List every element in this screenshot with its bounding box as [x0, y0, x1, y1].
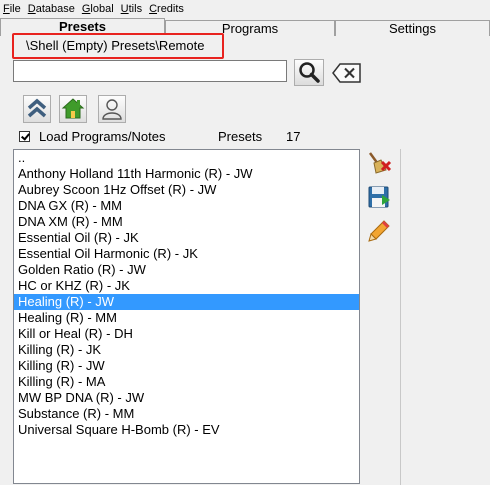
preset-list[interactable]: .. Anthony Holland 11th Harmonic (R) - JW… [13, 149, 360, 484]
save-disk-icon [368, 186, 390, 208]
home-icon [61, 98, 85, 119]
up-level-button[interactable] [23, 95, 51, 123]
list-item[interactable]: Substance (R) - MM [14, 406, 359, 422]
search-button[interactable] [294, 59, 324, 86]
list-item[interactable]: Killing (R) - MA [14, 374, 359, 390]
menu-bar: File Database Global Utils Credits [0, 0, 490, 18]
broom-delete-icon [368, 152, 392, 174]
menu-file[interactable]: File [0, 0, 25, 18]
list-item[interactable]: Aubrey Scoon 1Hz Offset (R) - JW [14, 182, 359, 198]
presets-count-label: Presets [218, 129, 263, 144]
user-icon [102, 99, 122, 120]
edit-button[interactable] [366, 218, 392, 244]
tab-settings[interactable]: Settings [335, 20, 490, 36]
list-item[interactable]: Anthony Holland 11th Harmonic (R) - JW [14, 166, 359, 182]
list-item[interactable]: Killing (R) - JW [14, 358, 359, 374]
presets-count-value: 17 [286, 129, 301, 144]
backspace-clear-icon [332, 63, 361, 83]
save-button[interactable] [366, 184, 392, 210]
list-item[interactable]: Healing (R) - MM [14, 310, 359, 326]
magnifier-icon [299, 62, 320, 83]
search-input[interactable] [13, 60, 287, 82]
menu-global[interactable]: Global [79, 0, 118, 18]
current-path-label: \Shell (Empty) Presets\Remote [12, 33, 224, 59]
list-item[interactable]: Golden Ratio (R) - JW [14, 262, 359, 278]
clear-search-button[interactable] [331, 61, 363, 85]
list-item[interactable]: Kill or Heal (R) - DH [14, 326, 359, 342]
pencil-edit-icon [368, 220, 390, 242]
user-button[interactable] [98, 95, 126, 123]
load-programs-checkbox-row[interactable]: Load Programs/Notes [19, 128, 165, 144]
list-item[interactable]: .. [14, 150, 359, 166]
load-programs-checkbox[interactable] [19, 130, 30, 142]
list-item[interactable]: Universal Square H-Bomb (R) - EV [14, 422, 359, 438]
up-arrows-icon [27, 98, 47, 118]
list-item[interactable]: Essential Oil (R) - JK [14, 230, 359, 246]
list-item[interactable]: Healing (R) - JW [14, 294, 359, 310]
home-button[interactable] [59, 95, 87, 123]
menu-utils[interactable]: Utils [118, 0, 146, 18]
menu-database[interactable]: Database [25, 0, 79, 18]
list-item[interactable]: DNA XM (R) - MM [14, 214, 359, 230]
list-item[interactable]: DNA GX (R) - MM [14, 198, 359, 214]
menu-credits[interactable]: Credits [146, 0, 188, 18]
list-item[interactable]: Killing (R) - JK [14, 342, 359, 358]
list-item[interactable]: Essential Oil Harmonic (R) - JK [14, 246, 359, 262]
list-item[interactable]: MW BP DNA (R) - JW [14, 390, 359, 406]
list-item[interactable]: HC or KHZ (R) - JK [14, 278, 359, 294]
delete-button[interactable] [366, 150, 392, 176]
right-panel [400, 149, 490, 485]
load-programs-label: Load Programs/Notes [39, 128, 166, 144]
